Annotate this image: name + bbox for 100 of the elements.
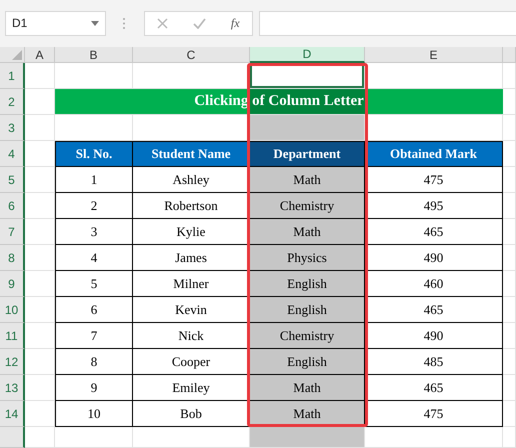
row-header[interactable]: 12 (0, 349, 25, 375)
worksheet-cell[interactable] (503, 323, 516, 349)
worksheet-cell[interactable] (250, 115, 365, 141)
worksheet-cell[interactable] (25, 323, 55, 349)
worksheet-cell[interactable] (503, 349, 516, 375)
row-header[interactable]: 8 (0, 245, 25, 271)
name-box[interactable]: D1 (5, 10, 106, 36)
cancel-icon[interactable] (157, 18, 168, 28)
table-cell: Physics (250, 245, 365, 271)
table-cell: English (250, 349, 365, 375)
worksheet-cell[interactable] (25, 115, 55, 141)
worksheet-cell[interactable] (503, 297, 516, 323)
column-header[interactable]: A (25, 47, 55, 63)
worksheet-cell[interactable] (25, 297, 55, 323)
column-header[interactable] (503, 47, 516, 63)
table-cell: Chemistry (250, 193, 365, 219)
table-cell: 465 (365, 219, 503, 245)
table-cell: Math (250, 219, 365, 245)
column-heading: Sl. No. (55, 141, 133, 167)
worksheet-cell[interactable] (503, 401, 516, 427)
row-header[interactable]: 14 (0, 401, 25, 427)
table-cell: 10 (55, 401, 133, 427)
column-heading: Obtained Mark (365, 141, 503, 167)
insert-function-button[interactable]: fx (230, 16, 240, 30)
row-header[interactable]: 9 (0, 271, 25, 297)
check-icon[interactable] (193, 18, 206, 28)
row-header[interactable]: 3 (0, 115, 25, 141)
worksheet-cell[interactable] (25, 427, 55, 448)
worksheet-cell[interactable] (503, 427, 516, 448)
worksheet-cell[interactable] (133, 63, 250, 89)
worksheet-cell[interactable] (250, 427, 365, 448)
worksheet-cell[interactable] (25, 167, 55, 193)
row-header[interactable]: 5 (0, 167, 25, 193)
table-cell: 475 (365, 401, 503, 427)
row-header[interactable]: 4 (0, 141, 25, 167)
column-header[interactable]: E (365, 47, 503, 63)
table-cell: 1 (55, 167, 133, 193)
table-cell: 475 (365, 167, 503, 193)
column-heading: Department (250, 141, 365, 167)
table-cell: Chemistry (250, 323, 365, 349)
row-header[interactable]: 6 (0, 193, 25, 219)
table-cell: 495 (365, 193, 503, 219)
worksheet-cell[interactable] (365, 115, 503, 141)
table-cell: 4 (55, 245, 133, 271)
sheet-title: Clicking of Column Letter (55, 89, 503, 115)
table-cell: 465 (365, 297, 503, 323)
worksheet-cell[interactable] (25, 219, 55, 245)
worksheet-cell[interactable] (25, 193, 55, 219)
worksheet-cell[interactable] (503, 141, 516, 167)
worksheet-cell[interactable] (503, 89, 516, 115)
worksheet-cell[interactable] (55, 427, 133, 448)
table-cell: 8 (55, 349, 133, 375)
row-header[interactable]: 1 (0, 63, 25, 89)
table-cell: Math (250, 167, 365, 193)
worksheet-cell[interactable] (25, 245, 55, 271)
table-cell: 460 (365, 271, 503, 297)
worksheet-cell[interactable] (365, 427, 503, 448)
worksheet-cell[interactable] (503, 167, 516, 193)
column-header[interactable]: B (55, 47, 133, 63)
row-header[interactable]: 11 (0, 323, 25, 349)
worksheet-cell[interactable] (55, 115, 133, 141)
table-cell: 6 (55, 297, 133, 323)
row-header[interactable] (0, 427, 25, 448)
cell-reference: D1 (12, 16, 28, 30)
worksheet-cell[interactable] (503, 63, 516, 89)
column-header[interactable]: C (133, 47, 250, 63)
worksheet-cell[interactable] (25, 349, 55, 375)
row-header[interactable]: 7 (0, 219, 25, 245)
column-header[interactable]: D (250, 47, 365, 63)
table-cell: 9 (55, 375, 133, 401)
worksheet-cell[interactable] (503, 115, 516, 141)
dropdown-caret-icon[interactable] (91, 20, 99, 26)
table-cell: 7 (55, 323, 133, 349)
table-cell: 490 (365, 323, 503, 349)
row-header[interactable]: 13 (0, 375, 25, 401)
column-heading: Student Name (133, 141, 250, 167)
worksheet-cell[interactable] (503, 245, 516, 271)
worksheet-cell[interactable] (503, 193, 516, 219)
worksheet-cell[interactable] (503, 219, 516, 245)
select-all-icon[interactable] (12, 50, 22, 60)
row-header[interactable]: 2 (0, 89, 25, 115)
worksheet-cell[interactable] (365, 63, 503, 89)
table-cell: 2 (55, 193, 133, 219)
worksheet-cell[interactable] (25, 141, 55, 167)
worksheet-cell[interactable] (25, 271, 55, 297)
worksheet-cell[interactable] (25, 89, 55, 115)
table-cell: Math (250, 375, 365, 401)
worksheet-cell[interactable] (25, 375, 55, 401)
worksheet-cell[interactable] (133, 427, 250, 448)
table-cell: 485 (365, 349, 503, 375)
row-header[interactable]: 10 (0, 297, 25, 323)
table-cell: 465 (365, 375, 503, 401)
worksheet-cell[interactable] (503, 375, 516, 401)
table-cell: English (250, 297, 365, 323)
table-cell: English (250, 271, 365, 297)
worksheet-cell[interactable] (503, 271, 516, 297)
worksheet-cell[interactable] (25, 63, 55, 89)
worksheet-cell[interactable] (25, 401, 55, 427)
formula-input[interactable] (259, 10, 516, 36)
worksheet-cell[interactable] (55, 63, 133, 89)
